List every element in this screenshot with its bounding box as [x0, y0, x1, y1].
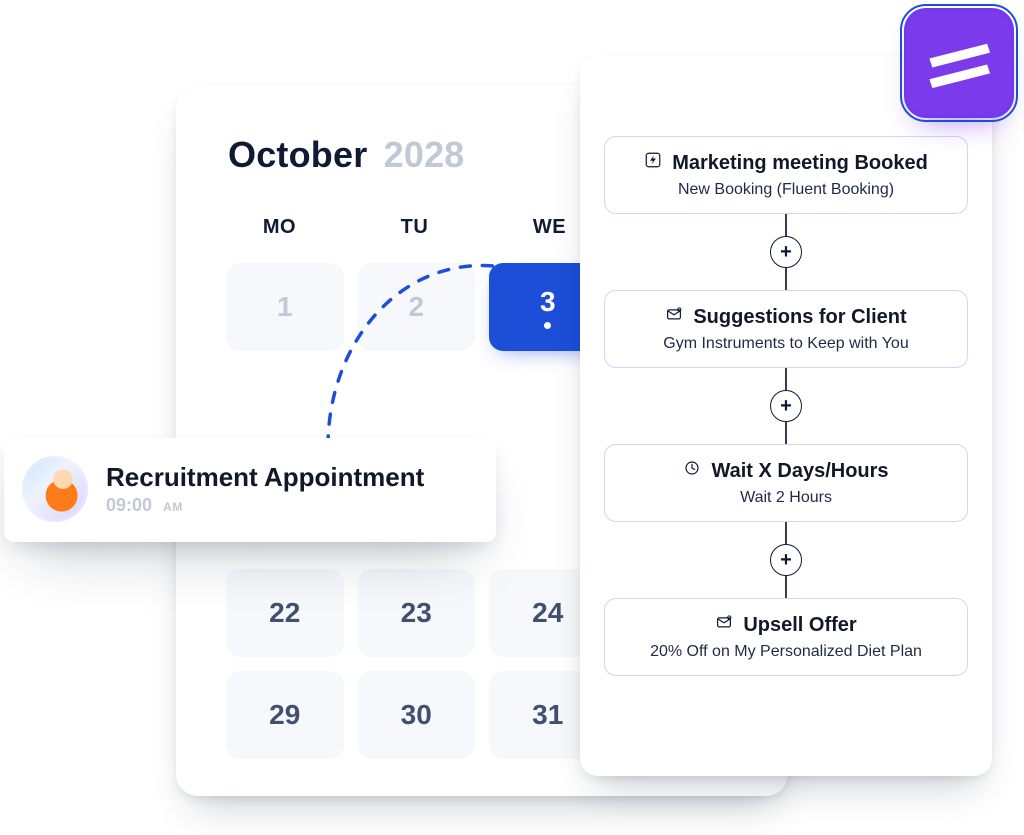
- flow-node-subtitle: Wait 2 Hours: [621, 489, 951, 507]
- event-title: Recruitment Appointment: [106, 462, 424, 493]
- event-text: Recruitment Appointment 09:00 AM: [106, 462, 424, 516]
- event-popout[interactable]: Recruitment Appointment 09:00 AM: [4, 438, 496, 542]
- app-badge[interactable]: [904, 8, 1014, 118]
- flow-node-title: Wait X Days/Hours: [711, 460, 888, 483]
- flow-node-title: Suggestions for Client: [693, 306, 906, 329]
- flow-add-step-button[interactable]: +: [770, 390, 802, 422]
- flow-node-subtitle: 20% Off on My Personalized Diet Plan: [621, 643, 951, 661]
- calendar-day-30[interactable]: 30: [358, 671, 476, 759]
- event-time-value: 09:00: [106, 495, 152, 515]
- flow-node-title: Marketing meeting Booked: [672, 152, 928, 175]
- calendar-day-29[interactable]: 29: [226, 671, 344, 759]
- flow-node-title: Upsell Offer: [743, 614, 856, 637]
- event-time: 09:00 AM: [106, 495, 424, 516]
- flow-connector: +: [770, 368, 802, 444]
- flow-node-subtitle: Gym Instruments to Keep with You: [621, 335, 951, 353]
- calendar-day-22[interactable]: 22: [226, 569, 344, 657]
- mail-icon: [665, 305, 683, 329]
- flow-node-subtitle: New Booking (Fluent Booking): [621, 181, 951, 199]
- calendar-year: 2028: [384, 134, 465, 175]
- lightning-icon: [644, 151, 662, 175]
- flow-connector: +: [770, 214, 802, 290]
- flow-add-step-button[interactable]: +: [770, 236, 802, 268]
- fluent-app-icon: [922, 26, 996, 100]
- weekday-tue: TU: [361, 216, 468, 239]
- mail-icon: [715, 613, 733, 637]
- calendar-day-1[interactable]: 1: [226, 263, 344, 351]
- automation-flow-card: Marketing meeting Booked New Booking (Flu…: [580, 56, 992, 776]
- calendar-month: October: [228, 134, 367, 175]
- calendar-day-2[interactable]: 2: [358, 263, 476, 351]
- flow-node-3[interactable]: Upsell Offer 20% Off on My Personalized D…: [604, 598, 968, 676]
- weekday-mon: MO: [226, 216, 333, 239]
- flow-node-0[interactable]: Marketing meeting Booked New Booking (Flu…: [604, 136, 968, 214]
- calendar-day-23[interactable]: 23: [358, 569, 476, 657]
- flow-node-1[interactable]: Suggestions for Client Gym Instruments to…: [604, 290, 968, 368]
- flow-add-step-button[interactable]: +: [770, 544, 802, 576]
- event-time-suffix: AM: [163, 500, 183, 514]
- avatar: [22, 456, 88, 522]
- flow-connector: +: [770, 522, 802, 598]
- flow-node-2[interactable]: Wait X Days/Hours Wait 2 Hours: [604, 444, 968, 522]
- clock-icon: [683, 459, 701, 483]
